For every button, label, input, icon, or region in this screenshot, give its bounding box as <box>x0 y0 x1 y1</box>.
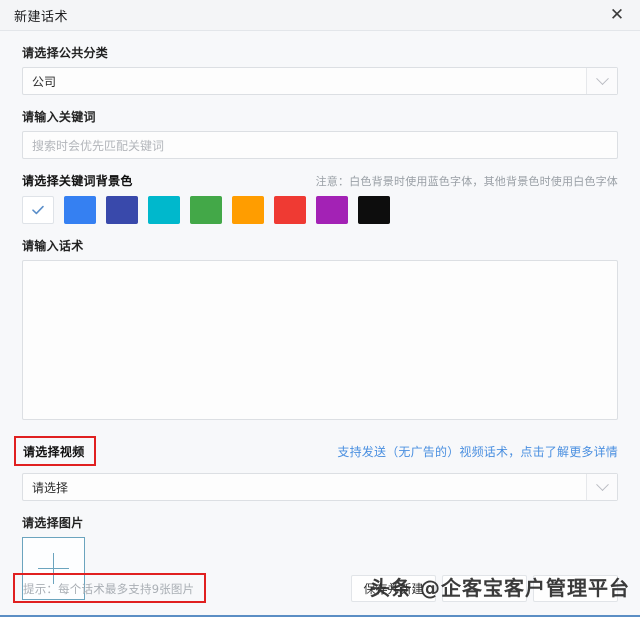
color-swatch-blue[interactable] <box>64 196 96 224</box>
video-info-link[interactable]: 支持发送（无广告的）视频话术，点击了解更多详情 <box>337 443 618 460</box>
footer-bar: 提示：每个话术最多支持9张图片 保存并新建 <box>22 573 618 603</box>
chevron-down-icon[interactable] <box>586 474 617 500</box>
plus-icon <box>38 568 69 569</box>
footer-buttons: 保存并新建 <box>351 575 618 602</box>
keyword-bg-label: 请选择关键词背景色 <box>22 172 133 189</box>
script-textarea[interactable] <box>22 260 618 420</box>
color-swatch-list <box>22 196 618 224</box>
color-swatch-red[interactable] <box>274 196 306 224</box>
category-select[interactable]: 公司 <box>22 67 618 95</box>
footer-button-3[interactable] <box>533 575 618 602</box>
color-swatch-green[interactable] <box>190 196 222 224</box>
dialog-title: 新建话术 <box>14 6 68 25</box>
color-swatch-cyan[interactable] <box>148 196 180 224</box>
image-label: 请选择图片 <box>22 501 618 537</box>
keyword-bg-header: 请选择关键词背景色 注意：白色背景时使用蓝色字体，其他背景色时使用白色字体 <box>22 159 618 196</box>
category-label: 请选择公共分类 <box>22 31 618 67</box>
image-hint-highlight: 提示：每个话术最多支持9张图片 <box>13 573 206 603</box>
footer-button-2[interactable] <box>442 575 527 602</box>
color-swatch-indigo[interactable] <box>106 196 138 224</box>
color-swatch-orange[interactable] <box>232 196 264 224</box>
video-label: 请选择视频 <box>23 445 85 459</box>
close-icon[interactable]: ✕ <box>602 2 632 28</box>
chevron-down-icon[interactable] <box>586 68 617 94</box>
keyword-placeholder: 搜索时会优先匹配关键词 <box>23 137 164 154</box>
color-swatch-black[interactable] <box>358 196 390 224</box>
title-bar: 新建话术 ✕ <box>0 0 640 31</box>
video-value: 请选择 <box>23 479 68 496</box>
form-body: 请选择公共分类 公司 请输入关键词 搜索时会优先匹配关键词 请选择关键词背景色 … <box>0 31 640 615</box>
video-header: 请选择视频 支持发送（无广告的）视频话术，点击了解更多详情 <box>22 420 618 473</box>
keyword-input[interactable]: 搜索时会优先匹配关键词 <box>22 131 618 159</box>
video-label-highlight: 请选择视频 <box>14 436 96 466</box>
keyword-bg-note: 注意：白色背景时使用蓝色字体，其他背景色时使用白色字体 <box>316 173 618 189</box>
category-value: 公司 <box>23 73 56 90</box>
video-select[interactable]: 请选择 <box>22 473 618 501</box>
script-label: 请输入话术 <box>22 224 618 260</box>
color-swatch-white[interactable] <box>22 196 54 224</box>
check-icon <box>30 202 46 218</box>
new-script-dialog: 新建话术 ✕ 请选择公共分类 公司 请输入关键词 搜索时会优先匹配关键词 请选择… <box>0 0 640 617</box>
image-hint: 提示：每个话术最多支持9张图片 <box>23 582 194 596</box>
save-and-new-button[interactable]: 保存并新建 <box>351 575 436 602</box>
color-swatch-purple[interactable] <box>316 196 348 224</box>
keyword-label: 请输入关键词 <box>22 95 618 131</box>
